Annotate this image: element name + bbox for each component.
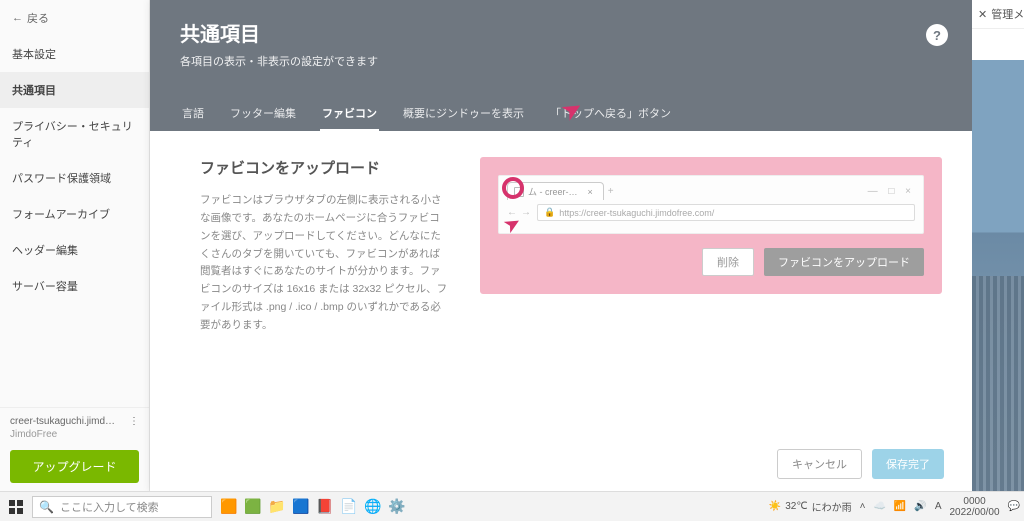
main-header: 共通項目 各項目の表示・非表示の設定ができます ? 言語 フッター編集 ファビコ…: [150, 0, 972, 131]
taskbar-clock[interactable]: 0000 2022/00/00: [949, 496, 999, 518]
tray-volume-icon[interactable]: 🔊: [914, 501, 926, 512]
notification-icon[interactable]: 💬: [1008, 501, 1020, 512]
background-preview-image: [972, 60, 1024, 491]
annotation-circle-icon: [502, 177, 524, 199]
lock-icon: 🔒: [544, 207, 555, 218]
system-tray: ☀️ 32℃ にわか雨 ˄ ☁️ 📶 🔊 A 0000 2022/00/00 💬: [769, 496, 1020, 518]
app-icon-chrome[interactable]: 🌐: [364, 498, 382, 516]
app-icon-4[interactable]: 🟦: [292, 498, 310, 516]
tray-wifi-icon[interactable]: 📶: [894, 501, 906, 512]
app-icon-3[interactable]: 📁: [268, 498, 286, 516]
app-icon-2[interactable]: 🟩: [244, 498, 262, 516]
back-arrow-icon: ←: [12, 12, 23, 24]
help-icon[interactable]: ?: [926, 24, 948, 46]
browser-top-row: ム - creer-… × + — □ ×: [507, 182, 915, 200]
search-placeholder: ここに入力して検索: [60, 499, 159, 515]
sidebar-item-formarchive[interactable]: フォームアーカイブ: [0, 196, 149, 232]
tab-bar: 言語 フッター編集 ファビコン 概要にジンドゥーを表示 「トップへ戻る」ボタン: [180, 97, 942, 131]
section-description: ファビコンはブラウザタブの左側に表示される小さな画像です。あなたのホームページに…: [200, 192, 450, 335]
app-icon-5[interactable]: 📕: [316, 498, 334, 516]
new-tab-icon: +: [608, 186, 614, 197]
page-title: 共通項目: [180, 18, 942, 47]
admin-menu-label: 管理メニ: [991, 6, 1024, 22]
annotation-highlight-box: ム - creer-… × + — □ × ➤ ← →: [480, 157, 942, 294]
clock-date: 2022/00/00: [949, 507, 999, 518]
save-button[interactable]: 保存完了: [872, 449, 944, 479]
tray-cloud-icon[interactable]: ☁️: [873, 501, 885, 512]
sidebar-item-basic[interactable]: 基本設定: [0, 36, 149, 72]
sidebar-footer: creer-tsukaguchi.jimd… ⋮ JimdoFree アップグレ…: [0, 407, 149, 491]
taskbar-apps: 🟧 🟩 📁 🟦 📕 📄 🌐 ⚙️: [220, 498, 406, 516]
content-left: ファビコンをアップロード ファビコンはブラウザタブの左側に表示される小さな画像で…: [200, 157, 450, 335]
tab-jimdo[interactable]: 概要にジンドゥーを表示: [401, 97, 526, 131]
clock-time: 0000: [949, 496, 999, 507]
close-icon: ✕: [978, 8, 987, 21]
url-bar: 🔒 https://creer-tsukaguchi.jimdofree.com…: [537, 204, 915, 221]
app-icon-settings[interactable]: ⚙️: [388, 498, 406, 516]
sidebar-item-common[interactable]: 共通項目: [0, 72, 149, 108]
weather-label: にわか雨: [812, 499, 852, 514]
back-link[interactable]: ← 戻る: [0, 0, 149, 36]
browser-tab: ム - creer-… ×: [507, 182, 604, 200]
taskbar-search[interactable]: 🔍 ここに入力して検索: [32, 496, 212, 518]
search-icon: 🔍: [39, 500, 54, 514]
browser-preview: ム - creer-… × + — □ × ➤ ← →: [498, 175, 924, 234]
window-controls-icon: — □ ×: [868, 186, 915, 197]
tab-favicon[interactable]: ファビコン: [320, 97, 379, 131]
site-id-text: creer-tsukaguchi.jimd…: [10, 416, 115, 427]
upgrade-button[interactable]: アップグレード: [10, 450, 139, 483]
tab-language[interactable]: 言語: [180, 97, 206, 131]
tab-footer[interactable]: フッター編集: [228, 97, 298, 131]
preview-column: ム - creer-… × + — □ × ➤ ← →: [480, 157, 942, 335]
settings-sidebar: ← 戻る 基本設定 共通項目 プライバシー・セキュリティ パスワード保護領域 フ…: [0, 0, 150, 491]
site-plan: JimdoFree: [10, 429, 139, 440]
browser-url-row: ➤ ← → 🔒 https://creer-tsukaguchi.jimdofr…: [507, 204, 915, 221]
tray-up-icon[interactable]: ˄: [860, 501, 866, 512]
sidebar-menu: 基本設定 共通項目 プライバシー・セキュリティ パスワード保護領域 フォームアー…: [0, 36, 149, 304]
weather-icon: ☀️: [769, 501, 781, 512]
tab-close-icon: ×: [588, 187, 593, 197]
sidebar-item-privacy[interactable]: プライバシー・セキュリティ: [0, 108, 149, 160]
site-id-row: creer-tsukaguchi.jimd… ⋮: [10, 416, 139, 427]
tray-ime-icon[interactable]: A: [935, 501, 942, 512]
tab-backtotop[interactable]: 「トップへ戻る」ボタン: [548, 97, 673, 131]
main-body: ファビコンをアップロード ファビコンはブラウザタブの左側に表示される小さな画像で…: [150, 131, 972, 335]
app-icon-6[interactable]: 📄: [340, 498, 358, 516]
app-icon-1[interactable]: 🟧: [220, 498, 238, 516]
more-icon[interactable]: ⋮: [129, 416, 139, 427]
preview-button-row: 削除 ファビコンをアップロード: [498, 248, 924, 276]
windows-logo-icon: [9, 500, 23, 514]
right-strip: ✕ 管理メニ: [972, 0, 1024, 491]
nav-forward-icon: →: [521, 207, 531, 218]
back-label: 戻る: [27, 10, 49, 26]
weather-temp: 32℃: [785, 501, 807, 512]
footer-buttons: キャンセル 保存完了: [777, 449, 944, 479]
weather-widget[interactable]: ☀️ 32℃ にわか雨: [769, 499, 852, 514]
browser-tab-title: ム - creer-…: [528, 185, 578, 198]
admin-menu-close[interactable]: ✕ 管理メニ: [972, 0, 1024, 29]
page-subtitle: 各項目の表示・非表示の設定ができます: [180, 53, 942, 69]
sidebar-item-password[interactable]: パスワード保護領域: [0, 160, 149, 196]
main-panel: 共通項目 各項目の表示・非表示の設定ができます ? 言語 フッター編集 ファビコ…: [150, 0, 972, 491]
cancel-button[interactable]: キャンセル: [777, 449, 862, 479]
windows-taskbar: 🔍 ここに入力して検索 🟧 🟩 📁 🟦 📕 📄 🌐 ⚙️ ☀️ 32℃ にわか雨…: [0, 491, 1024, 521]
start-button[interactable]: [4, 495, 28, 519]
sidebar-item-header[interactable]: ヘッダー編集: [0, 232, 149, 268]
url-text: https://creer-tsukaguchi.jimdofree.com/: [559, 208, 714, 218]
sidebar-item-server[interactable]: サーバー容量: [0, 268, 149, 304]
upload-favicon-button[interactable]: ファビコンをアップロード: [764, 248, 924, 276]
delete-favicon-button[interactable]: 削除: [702, 248, 754, 276]
section-heading: ファビコンをアップロード: [200, 157, 450, 178]
